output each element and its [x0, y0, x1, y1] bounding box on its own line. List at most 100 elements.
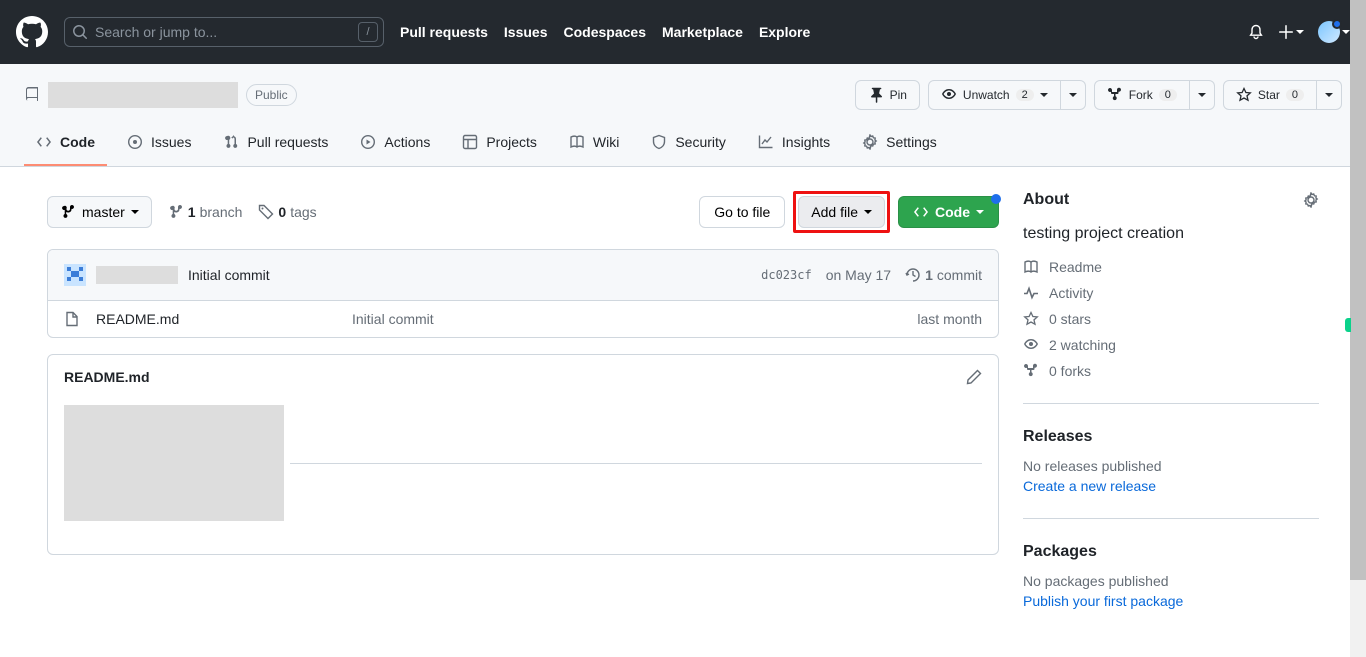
branches-link[interactable]: 1 branch	[168, 204, 243, 220]
packages-title: Packages	[1023, 543, 1319, 561]
fork-group: Fork 0	[1094, 80, 1215, 110]
releases-empty: No releases published	[1023, 458, 1319, 474]
nav-explore[interactable]: Explore	[759, 24, 810, 40]
commit-hash[interactable]: dc023cf	[761, 268, 812, 282]
nav-marketplace[interactable]: Marketplace	[662, 24, 743, 40]
code-button[interactable]: Code	[898, 196, 999, 228]
repo-title-row: Public Pin Unwatch 2 Fork 0	[24, 80, 1342, 110]
tag-icon	[258, 204, 274, 220]
link-label: 0 stars	[1049, 311, 1091, 327]
tab-wiki[interactable]: Wiki	[557, 126, 631, 166]
create-menu[interactable]	[1278, 24, 1304, 40]
fork-icon	[1023, 363, 1039, 379]
eye-icon	[941, 87, 957, 103]
tab-insights[interactable]: Insights	[746, 126, 842, 166]
eye-icon	[1023, 337, 1039, 353]
file-name[interactable]: README.md	[96, 311, 336, 327]
caret-down-icon	[976, 210, 984, 214]
fork-count: 0	[1159, 89, 1177, 101]
search-slash-hint: /	[358, 22, 378, 42]
scrollbar-track[interactable]	[1350, 0, 1366, 657]
tab-label: Issues	[151, 134, 191, 150]
tab-issues[interactable]: Issues	[115, 126, 203, 166]
shield-icon	[651, 134, 667, 150]
caret-down-icon	[1040, 93, 1048, 97]
tab-settings[interactable]: Settings	[850, 126, 949, 166]
add-file-button[interactable]: Add file	[798, 196, 885, 228]
gear-icon	[862, 134, 878, 150]
fork-menu-button[interactable]	[1190, 80, 1215, 110]
caret-down-icon	[131, 210, 139, 214]
bell-icon[interactable]	[1248, 24, 1264, 40]
code-icon	[36, 134, 52, 150]
nav-issues[interactable]: Issues	[504, 24, 548, 40]
avatar	[1318, 21, 1340, 43]
commit-author-redacted[interactable]	[96, 266, 178, 284]
gear-icon[interactable]	[1303, 192, 1319, 208]
tab-security[interactable]: Security	[639, 126, 738, 166]
about-header: About	[1023, 191, 1319, 209]
github-logo-icon[interactable]	[16, 16, 48, 48]
commits-label: commit	[937, 267, 982, 283]
link-label: 0 forks	[1049, 363, 1091, 379]
stars-link[interactable]: 0 stars	[1023, 311, 1319, 327]
readme-filename[interactable]: README.md	[64, 369, 150, 385]
watching-link[interactable]: 2 watching	[1023, 337, 1319, 353]
fork-button[interactable]: Fork 0	[1094, 80, 1190, 110]
readme-link[interactable]: Readme	[1023, 259, 1319, 275]
tags-count: 0	[278, 204, 286, 220]
goto-file-button[interactable]: Go to file	[699, 196, 785, 228]
commit-message[interactable]: Initial commit	[188, 267, 270, 283]
create-release-link[interactable]: Create a new release	[1023, 478, 1156, 494]
tags-link[interactable]: 0 tags	[258, 204, 316, 220]
publish-package-link[interactable]: Publish your first package	[1023, 593, 1183, 609]
highlight-annotation: Add file	[793, 191, 890, 233]
side-tab-handle[interactable]	[1345, 318, 1351, 332]
readme-heading-redacted	[64, 405, 284, 521]
tab-pulls[interactable]: Pull requests	[211, 126, 340, 166]
book-icon	[1023, 259, 1039, 275]
file-row[interactable]: README.md Initial commit last month	[48, 301, 998, 337]
file-icon	[64, 311, 80, 327]
pulse-icon	[1023, 285, 1039, 301]
scrollbar-thumb[interactable]	[1350, 0, 1366, 580]
nav-codespaces[interactable]: Codespaces	[564, 24, 646, 40]
tab-label: Projects	[486, 134, 537, 150]
branch-icon	[60, 204, 76, 220]
packages-empty: No packages published	[1023, 573, 1319, 589]
search-icon	[72, 24, 88, 40]
history-icon	[905, 267, 921, 283]
tags-label: tags	[290, 204, 316, 220]
tab-projects[interactable]: Projects	[450, 126, 549, 166]
pencil-icon[interactable]	[966, 369, 982, 385]
repo-name-redacted[interactable]	[48, 82, 238, 108]
unwatch-button[interactable]: Unwatch 2	[928, 80, 1061, 110]
star-menu-button[interactable]	[1317, 80, 1342, 110]
pin-button[interactable]: Pin	[855, 80, 920, 110]
file-commit-msg[interactable]: Initial commit	[352, 311, 901, 327]
watch-menu-button[interactable]	[1061, 80, 1086, 110]
unwatch-label: Unwatch	[963, 88, 1010, 102]
tab-actions[interactable]: Actions	[348, 126, 442, 166]
tab-label: Settings	[886, 134, 937, 150]
forks-link[interactable]: 0 forks	[1023, 363, 1319, 379]
star-button[interactable]: Star 0	[1223, 80, 1317, 110]
activity-link[interactable]: Activity	[1023, 285, 1319, 301]
project-icon	[462, 134, 478, 150]
add-file-label: Add file	[811, 204, 858, 220]
commit-avatar-icon[interactable]	[64, 264, 86, 286]
nav-pull-requests[interactable]: Pull requests	[400, 24, 488, 40]
releases-title: Releases	[1023, 428, 1319, 446]
readme-panel: README.md	[47, 354, 999, 555]
tab-code[interactable]: Code	[24, 126, 107, 166]
branch-select-button[interactable]: master	[47, 196, 152, 228]
global-header: / Pull requests Issues Codespaces Market…	[0, 0, 1366, 64]
file-time: last month	[917, 311, 982, 327]
commits-link[interactable]: 1 commit	[905, 267, 982, 283]
search-input[interactable]	[64, 17, 384, 47]
releases-section: Releases No releases published Create a …	[1023, 428, 1319, 519]
sidebar: About testing project creation Readme Ac…	[1023, 191, 1319, 609]
readme-divider	[290, 463, 982, 464]
user-menu[interactable]	[1318, 21, 1350, 43]
link-label: Activity	[1049, 285, 1093, 301]
